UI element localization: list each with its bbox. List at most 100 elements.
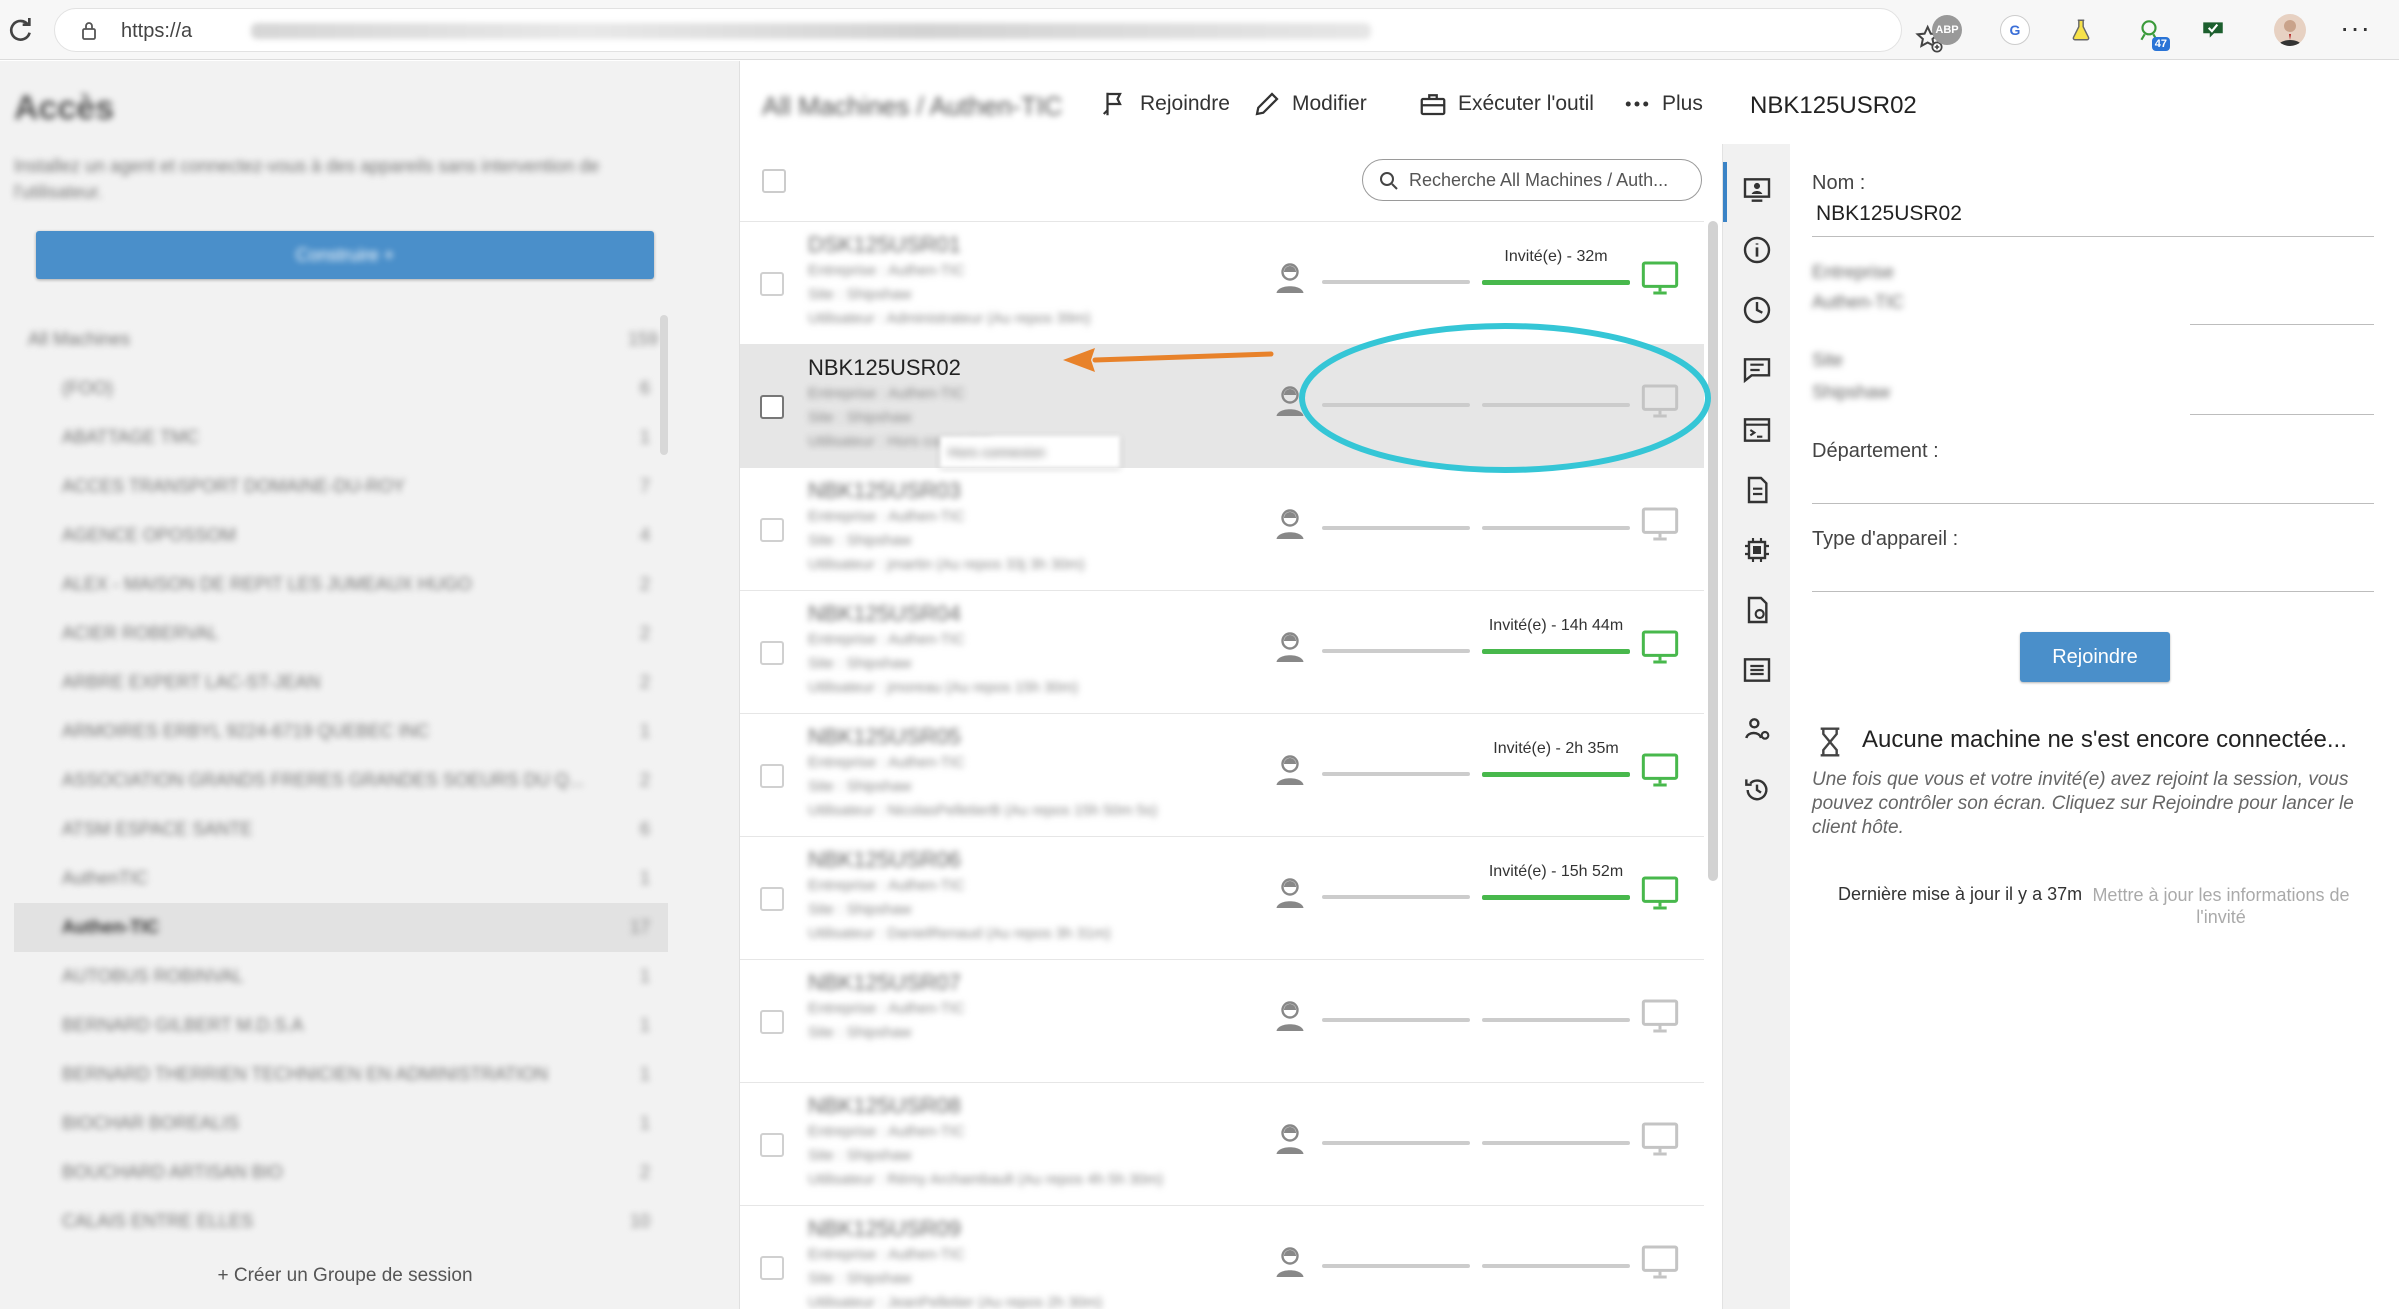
tab-general-icon[interactable] <box>1741 174 1773 206</box>
session-group-label: ABATTAGE TMC <box>62 427 200 447</box>
adblock-extension-icon[interactable]: ABP <box>1932 15 1962 45</box>
machine-checkbox[interactable] <box>760 1256 784 1280</box>
create-session-group-link[interactable]: + Créer un Groupe de session <box>0 1265 690 1287</box>
machine-row[interactable]: NBK125USR09 Entreprise : Authen-TIC Site :… <box>740 1205 1704 1309</box>
address-bar[interactable]: https://a <box>54 8 1943 53</box>
profile-avatar[interactable] <box>2274 14 2306 46</box>
tab-history-icon[interactable] <box>1741 774 1773 806</box>
join-toolbar-button[interactable]: Rejoindre <box>1100 89 1230 119</box>
lock-icon <box>82 22 96 40</box>
session-group-item[interactable]: ARBRE EXPERT LAC-ST-JEAN 2 <box>14 658 668 707</box>
monitor-offline-icon[interactable] <box>1640 1119 1680 1159</box>
join-button[interactable]: Rejoindre <box>2020 632 2170 682</box>
machine-checkbox[interactable] <box>760 395 784 419</box>
build-button[interactable]: Construire + <box>36 231 654 279</box>
session-group-item[interactable]: BIOCHAR BOREALIS 1 <box>14 1099 668 1148</box>
session-group-count: 17 <box>629 917 650 937</box>
machine-company: Entreprise : Authen-TIC <box>808 262 965 279</box>
name-label: Nom : <box>1812 172 1866 194</box>
machine-checkbox[interactable] <box>760 272 784 296</box>
session-group-item[interactable]: ATSM ESPACE SANTE 6 <box>14 805 668 854</box>
monitor-offline-icon[interactable] <box>1640 1242 1680 1282</box>
url-text: https://a <box>121 20 193 42</box>
search-input[interactable]: Recherche All Machines / Auth... <box>1362 159 1702 201</box>
monitor-online-icon[interactable] <box>1640 258 1680 298</box>
monitor-offline-icon[interactable] <box>1640 504 1680 544</box>
session-group-item[interactable]: BOUCHARD ARTISAN BIO 2 <box>14 1148 668 1197</box>
department-label: Département : <box>1812 440 1939 462</box>
machine-row[interactable]: NBK125USR04 Entreprise : Authen-TIC Site :… <box>740 590 1704 713</box>
browser-menu-icon[interactable]: ··· <box>2340 12 2371 44</box>
session-group-count: 4 <box>639 525 650 545</box>
machine-checkbox[interactable] <box>760 518 784 542</box>
machine-row[interactable]: NBK125USR08 Entreprise : Authen-TIC Site :… <box>740 1082 1704 1205</box>
select-all-checkbox[interactable] <box>762 169 786 193</box>
machine-checkbox[interactable] <box>760 641 784 665</box>
host-person-icon <box>1272 1121 1308 1157</box>
edit-toolbar-button[interactable]: Modifier <box>1252 89 1367 119</box>
guest-status-bar <box>1482 895 1630 900</box>
machine-site: Site : Shipshaw <box>808 409 912 426</box>
session-group-item[interactable]: ASSOCIATION GRANDS FRERES GRANDES SOEURS… <box>14 756 668 805</box>
machine-row[interactable]: NBK125USR07 Entreprise : Authen-TIC Site :… <box>740 959 1704 1082</box>
guest-status-bar <box>1482 526 1630 530</box>
session-group-item[interactable]: BERNARD GILBERT M.D.S.A 1 <box>14 1001 668 1050</box>
session-group-item[interactable]: AuthenTIC 1 <box>14 854 668 903</box>
tab-commands-icon[interactable] <box>1741 414 1773 446</box>
tab-list-icon[interactable] <box>1741 654 1773 686</box>
machine-checkbox[interactable] <box>760 764 784 788</box>
run-tool-toolbar-button[interactable]: Exécuter l'outil <box>1418 89 1594 119</box>
machine-row[interactable]: NBK125USR05 Entreprise : Authen-TIC Site :… <box>740 713 1704 836</box>
site-label: Site <box>1812 350 1844 370</box>
sidebar-title: Accès <box>14 89 115 127</box>
session-group-item[interactable]: ARMOIRES ERBYL 9224-6719 QUEBEC INC 1 <box>14 707 668 756</box>
notification-extension-icon[interactable]: 47 <box>2134 15 2170 51</box>
refresh-guest-info-link[interactable]: Mettre à jour les informations de l'invi… <box>2068 884 2374 928</box>
machine-site: Site : Shipshaw <box>808 1147 912 1164</box>
tab-messages-icon[interactable] <box>1741 354 1773 386</box>
monitor-online-icon[interactable] <box>1640 627 1680 667</box>
monitor-online-icon[interactable] <box>1640 873 1680 913</box>
tab-user-settings-icon[interactable] <box>1741 714 1773 746</box>
session-group-item[interactable]: ABATTAGE TMC 1 <box>14 413 668 462</box>
session-group-item[interactable]: AGENCE OPOSSOM 4 <box>14 511 668 560</box>
machine-checkbox[interactable] <box>760 1010 784 1034</box>
session-group-item[interactable]: BERNARD THERRIEN TECHNICIEN EN ADMINISTR… <box>14 1050 668 1099</box>
machine-name: NBK125USR08 <box>808 1093 961 1118</box>
tab-timeline-icon[interactable] <box>1741 294 1773 326</box>
details-title: NBK125USR02 <box>1750 92 1917 119</box>
session-group-item[interactable]: ALEX - MAISON DE REPIT LES JUMEAUX HUGO 2 <box>14 560 668 609</box>
details-panel: Nom : NBK125USR02 Entreprise Authen-TIC … <box>1790 144 2399 1309</box>
session-group-item[interactable]: (FOO) 6 <box>14 364 668 413</box>
tab-notes-icon[interactable] <box>1741 474 1773 506</box>
session-group-item[interactable]: AUTOBUS ROBINVAL 1 <box>14 952 668 1001</box>
monitor-offline-icon[interactable] <box>1640 996 1680 1036</box>
session-group-item[interactable]: Authen-TIC 17 <box>14 903 668 952</box>
machine-row[interactable]: NBK125USR06 Entreprise : Authen-TIC Site :… <box>740 836 1704 959</box>
session-group-label: ARBRE EXPERT LAC-ST-JEAN <box>62 672 321 692</box>
flask-extension-icon[interactable] <box>2066 15 2096 45</box>
department-underline[interactable] <box>1812 503 2374 504</box>
tab-info-icon[interactable] <box>1741 234 1773 266</box>
session-group-label: AUTOBUS ROBINVAL <box>62 966 244 986</box>
tree-root-all-machines[interactable]: All Machines 159 <box>14 315 668 364</box>
monitor-online-icon[interactable] <box>1640 750 1680 790</box>
session-group-item[interactable]: ACIER ROBERVAL 2 <box>14 609 668 658</box>
session-group-label: All Machines <box>28 329 131 349</box>
machine-user: Utilisateur : Rémy Archambault (Au repos… <box>808 1171 1164 1188</box>
session-group-count: 7 <box>639 476 650 496</box>
machine-row[interactable]: NBK125USR03 Entreprise : Authen-TIC Site :… <box>740 467 1704 590</box>
session-group-item[interactable]: ACCES TRANSPORT DOMAINE-DU-ROY 7 <box>14 462 668 511</box>
machine-checkbox[interactable] <box>760 887 784 911</box>
session-group-item[interactable]: CALAIS ENTRE ELLES 10 <box>14 1197 668 1246</box>
more-toolbar-button[interactable]: Plus <box>1622 89 1703 119</box>
device-type-underline[interactable] <box>1812 591 2374 592</box>
translate-extension-icon[interactable]: G <box>2000 15 2030 45</box>
machine-checkbox[interactable] <box>760 1133 784 1157</box>
tab-file-settings-icon[interactable] <box>1741 594 1773 626</box>
machine-user: Utilisateur : Administrateur (Au repos 3… <box>808 310 1091 327</box>
reload-icon[interactable] <box>4 14 36 46</box>
tab-processor-icon[interactable] <box>1741 534 1773 566</box>
sidebar-scrollbar[interactable] <box>660 315 668 455</box>
security-extension-icon[interactable] <box>2198 15 2228 45</box>
